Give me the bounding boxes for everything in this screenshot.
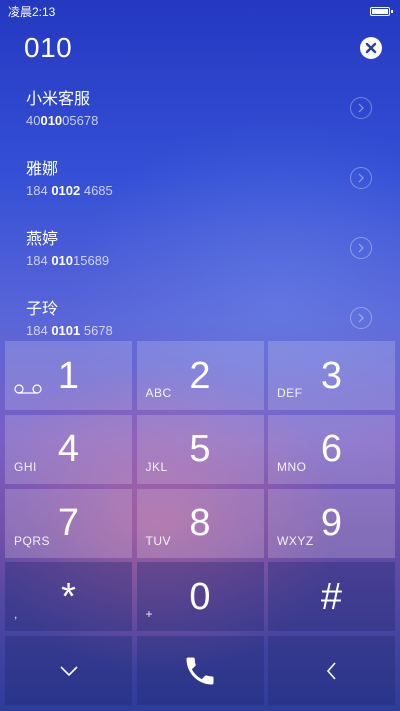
key-letters: JKL: [145, 459, 168, 474]
key-digit: 5: [189, 428, 211, 471]
key-3[interactable]: DEF 3: [268, 341, 395, 410]
key-letters: TUV: [145, 533, 171, 548]
collapse-keypad-button[interactable]: [5, 636, 132, 706]
contact-detail-button[interactable]: [350, 237, 372, 259]
key-letters: GHI: [14, 459, 37, 474]
key-6[interactable]: MNO 6: [268, 414, 395, 484]
key-letters: PQRS: [14, 533, 51, 548]
battery-icon: [370, 6, 393, 16]
chevron-right-icon: [358, 103, 364, 113]
call-button[interactable]: [136, 636, 264, 706]
contact-item[interactable]: 燕婷 184 01015689: [0, 216, 400, 286]
key-hash[interactable]: #: [268, 562, 395, 632]
contact-name: 子玲: [26, 301, 59, 318]
status-time: 凌晨2:13: [8, 4, 56, 19]
contact-name: 雅娜: [26, 161, 59, 178]
backspace-button[interactable]: [268, 636, 395, 706]
contact-name: 小米客服: [26, 91, 91, 108]
key-digit: 8: [189, 502, 211, 545]
contact-phone: 184 01015689: [26, 253, 110, 268]
contact-detail-button[interactable]: [350, 97, 372, 119]
key-star[interactable]: , *: [5, 562, 132, 632]
close-icon: [365, 42, 377, 54]
key-letters: ,: [14, 607, 18, 622]
contact-name: 燕婷: [26, 231, 59, 248]
key-digit: 2: [189, 354, 211, 397]
key-digit: 0: [189, 575, 211, 618]
key-2[interactable]: ABC 2: [136, 341, 264, 410]
chevron-right-icon: [358, 313, 364, 323]
key-5[interactable]: JKL 5: [136, 414, 264, 484]
key-8[interactable]: TUV 8: [136, 488, 264, 558]
contact-detail-button[interactable]: [350, 167, 372, 189]
voicemail-icon: [14, 381, 42, 399]
contact-phone: 4001005678: [26, 113, 99, 128]
contact-phone: 184 0101 5678: [26, 323, 113, 338]
chevron-down-icon: [59, 666, 78, 676]
contact-item[interactable]: 雅娜 184 0102 4685: [0, 146, 400, 216]
key-digit: 3: [320, 354, 343, 397]
dialed-number: 010: [24, 32, 73, 63]
key-digit: #: [320, 575, 343, 618]
phone-icon: [186, 657, 214, 685]
contact-list: 小米客服 4001005678 雅娜 184 0102 4685 燕婷 184 …: [0, 76, 400, 340]
key-letters: WXYZ: [277, 533, 314, 548]
contact-phone: 184 0102 4685: [26, 183, 113, 198]
key-1[interactable]: 1: [5, 341, 132, 410]
chevron-left-icon: [326, 662, 336, 680]
dial-header: 010: [0, 22, 400, 74]
key-letters: MNO: [277, 459, 307, 474]
chevron-right-icon: [358, 243, 364, 253]
key-4[interactable]: GHI 4: [5, 414, 132, 484]
key-digit: 4: [57, 428, 80, 471]
contact-item[interactable]: 小米客服 4001005678: [0, 76, 400, 146]
key-letters: ABC: [145, 386, 172, 400]
key-letters: +: [145, 607, 154, 622]
key-7[interactable]: PQRS 7: [5, 488, 132, 558]
key-letters: DEF: [277, 386, 303, 400]
contact-detail-button[interactable]: [350, 307, 372, 329]
key-digit: 7: [57, 502, 80, 545]
chevron-right-icon: [358, 173, 364, 183]
key-digit: 6: [320, 428, 343, 471]
key-digit: 9: [320, 502, 343, 545]
contact-item[interactable]: 子玲 184 0101 5678: [0, 286, 400, 340]
key-digit: *: [61, 575, 76, 618]
key-digit: 1: [57, 354, 80, 397]
clear-button[interactable]: [360, 37, 382, 59]
key-0[interactable]: + 0: [136, 562, 264, 632]
status-bar: 凌晨2:13: [0, 0, 400, 22]
key-9[interactable]: WXYZ 9: [268, 488, 395, 558]
keypad: 1 ABC 2 DEF 3 GHI 4 JKL 5 MNO 6 PQRS 7 T…: [5, 341, 395, 706]
